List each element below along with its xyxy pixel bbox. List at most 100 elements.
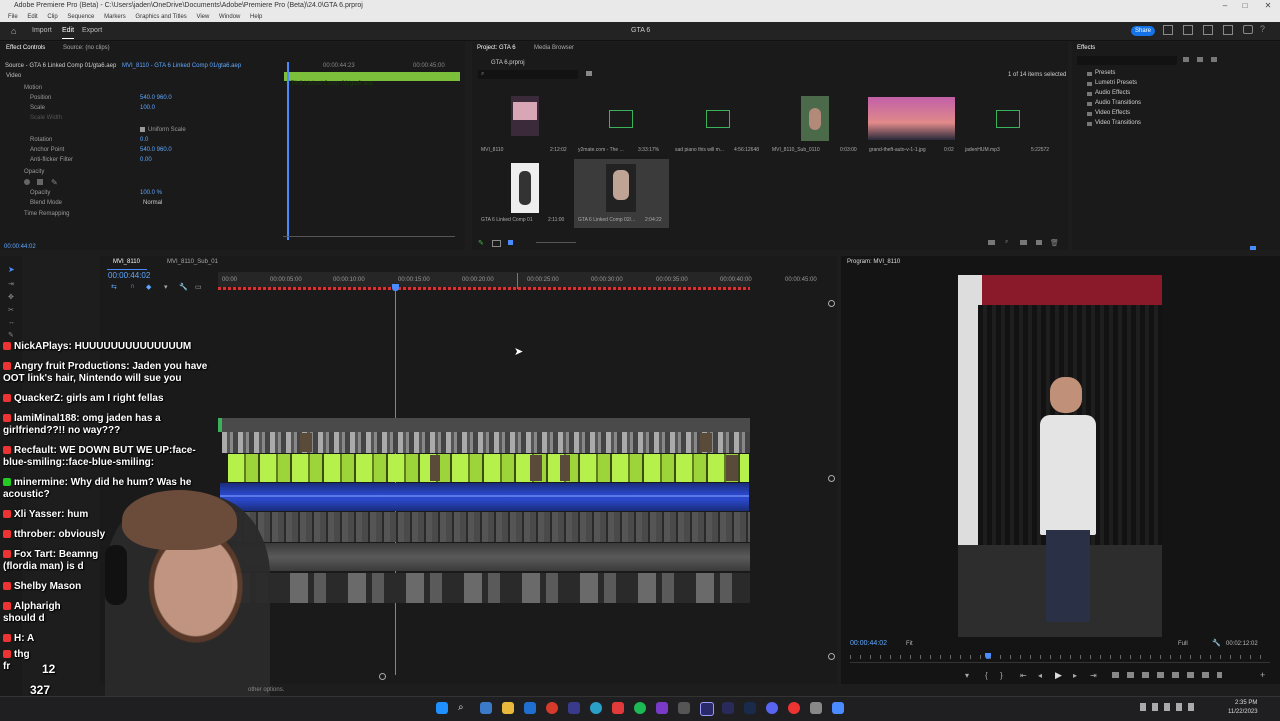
fullscreen-icon[interactable] xyxy=(1223,25,1233,35)
tab-source[interactable]: Source: (no clips) xyxy=(63,43,110,53)
tab-program[interactable]: Program: MVI_8110 xyxy=(847,257,900,267)
app-icon-5[interactable] xyxy=(678,702,690,714)
mark-in-icon[interactable]: ▾ xyxy=(965,671,969,680)
thumb-gta-comp-01[interactable] xyxy=(511,163,539,213)
wrench-icon[interactable]: 🔧 xyxy=(179,283,188,291)
ellipse-mask-icon[interactable] xyxy=(24,179,30,185)
comment-icon[interactable] xyxy=(1243,25,1253,34)
clip-thumb[interactable] xyxy=(300,433,312,452)
ec-time-remapping[interactable]: Time Remapping xyxy=(24,209,69,219)
go-to-in-icon[interactable]: ⇤ xyxy=(1020,671,1027,680)
rect-mask-icon[interactable] xyxy=(37,179,43,185)
menu-view[interactable]: View xyxy=(196,14,209,20)
search-icon[interactable]: ⌕ xyxy=(458,702,470,714)
settings-wrench-icon[interactable]: 🔧 xyxy=(1212,639,1221,647)
menu-markers[interactable]: Markers xyxy=(104,14,126,20)
share-button[interactable]: Share xyxy=(1131,26,1155,36)
menu-help[interactable]: Help xyxy=(250,14,262,20)
app-icon[interactable] xyxy=(568,702,580,714)
ec-motion[interactable]: Motion xyxy=(24,83,42,93)
new-item-icon[interactable] xyxy=(1020,240,1027,245)
minimize-icon[interactable]: – xyxy=(1215,0,1235,12)
trash-icon[interactable]: 🗑 xyxy=(1050,239,1059,247)
mark-in-bracket-icon[interactable]: { xyxy=(985,671,988,680)
clock-time[interactable]: 2:35 PM xyxy=(1235,700,1257,706)
effects-search-input[interactable] xyxy=(1077,56,1177,65)
outlook-icon[interactable] xyxy=(524,702,536,714)
add-button-icon[interactable]: + xyxy=(1260,670,1265,680)
zoom-slider[interactable] xyxy=(536,242,576,243)
discord-icon[interactable] xyxy=(766,702,778,714)
ec-timecode[interactable]: 00:00:44:02 xyxy=(4,244,36,250)
steam-icon[interactable] xyxy=(744,702,756,714)
clip-thumb[interactable] xyxy=(530,455,542,481)
pen-mask-icon[interactable]: ✎ xyxy=(51,178,58,187)
menu-sequence[interactable]: Sequence xyxy=(67,14,94,20)
program-timecode[interactable]: 00:00:44:02 xyxy=(850,640,887,647)
play-icon[interactable]: ▶ xyxy=(1055,670,1062,681)
ec-antiflicker-value[interactable]: 0.00 xyxy=(140,155,152,165)
quick-export-icon[interactable] xyxy=(1183,25,1193,35)
pencil-icon[interactable]: ✎ xyxy=(478,239,486,247)
close-icon[interactable]: ✕ xyxy=(1258,0,1278,12)
track-select-icon[interactable]: ⇥ xyxy=(8,280,14,288)
nav-edit[interactable]: Edit xyxy=(62,22,75,39)
menu-window[interactable]: Window xyxy=(219,14,240,20)
menu-file[interactable]: File xyxy=(8,14,18,20)
new-item2-icon[interactable] xyxy=(1036,240,1042,245)
app-icon-2[interactable] xyxy=(590,702,602,714)
clip-thumb[interactable] xyxy=(700,433,712,452)
widgets-icon[interactable] xyxy=(480,702,492,714)
fit-select[interactable]: Fit xyxy=(906,641,913,647)
marker-icon[interactable]: ▾ xyxy=(164,283,168,291)
audio-track-a3[interactable] xyxy=(232,543,750,571)
tab-effects[interactable]: Effects xyxy=(1077,43,1095,53)
program-transport-buttons[interactable] xyxy=(1112,672,1222,678)
clock-date[interactable]: 11/22/2023 xyxy=(1228,709,1258,715)
folder-presets[interactable]: Presets xyxy=(1095,70,1115,76)
ec-zoom-bar[interactable] xyxy=(283,236,455,237)
razor-tool-icon[interactable]: ✂ xyxy=(8,306,14,314)
ripple-edit-icon[interactable]: ✥ xyxy=(8,293,14,301)
caption-icon[interactable]: ▭ xyxy=(195,283,202,291)
app-icon-4[interactable] xyxy=(656,702,668,714)
new-bin-bottom-icon[interactable] xyxy=(988,240,995,245)
thumb-gta-image[interactable] xyxy=(868,97,955,140)
nav-import[interactable]: Import xyxy=(32,22,52,40)
ec-playhead[interactable] xyxy=(287,62,289,240)
uniform-scale-checkbox[interactable] xyxy=(140,127,145,132)
ec-opacity-section[interactable]: Opacity xyxy=(24,167,44,177)
32bit-icon[interactable] xyxy=(1197,57,1203,62)
clip-label[interactable]: MVI_8110 - GTA 6 Linked Comp 01/gta6.aep xyxy=(122,63,241,69)
menu-clip[interactable]: Clip xyxy=(47,14,57,20)
ec-scale-value[interactable]: 100.0 xyxy=(140,103,155,113)
quality-select[interactable]: Full xyxy=(1178,641,1188,647)
program-time-ruler[interactable] xyxy=(850,655,1270,659)
snap-icon[interactable]: ⇆ xyxy=(111,283,117,291)
home-icon[interactable]: ⌂ xyxy=(11,22,16,40)
mark-out-bracket-icon[interactable]: } xyxy=(1000,671,1003,680)
chrome-icon[interactable] xyxy=(546,702,558,714)
video-track-v1[interactable] xyxy=(228,454,749,482)
project-search-input[interactable] xyxy=(478,70,578,79)
workspace-icon[interactable] xyxy=(1163,25,1173,35)
pen-tool-icon[interactable]: ✎ xyxy=(8,331,14,339)
timeline-timecode[interactable]: 00:00:44:02 xyxy=(108,271,150,280)
maximize-icon[interactable]: □ xyxy=(1235,0,1255,12)
app-icon-3[interactable] xyxy=(612,702,624,714)
folder-lumetri[interactable]: Lumetri Presets xyxy=(1095,80,1137,86)
ec-position-value[interactable]: 540.0 960.0 xyxy=(140,93,172,103)
hscroll-handle[interactable] xyxy=(379,673,386,680)
tab-project[interactable]: Project: GTA 6 xyxy=(477,43,516,53)
after-effects-icon[interactable] xyxy=(722,702,734,714)
folder-video-effects[interactable]: Video Effects xyxy=(1095,110,1130,116)
panel-icon[interactable] xyxy=(1203,25,1213,35)
ec-rotation-value[interactable]: 0.0 xyxy=(140,135,148,145)
program-zoom-bar[interactable] xyxy=(850,662,1270,663)
audio-track-a2[interactable] xyxy=(222,512,750,542)
premiere-pro-icon[interactable] xyxy=(700,702,714,716)
audio-track-a4[interactable] xyxy=(232,573,750,603)
vscroll-top-handle[interactable] xyxy=(828,300,835,307)
list-view-icon[interactable] xyxy=(492,240,501,247)
tab-effect-controls[interactable]: Effect Controls xyxy=(6,43,45,53)
